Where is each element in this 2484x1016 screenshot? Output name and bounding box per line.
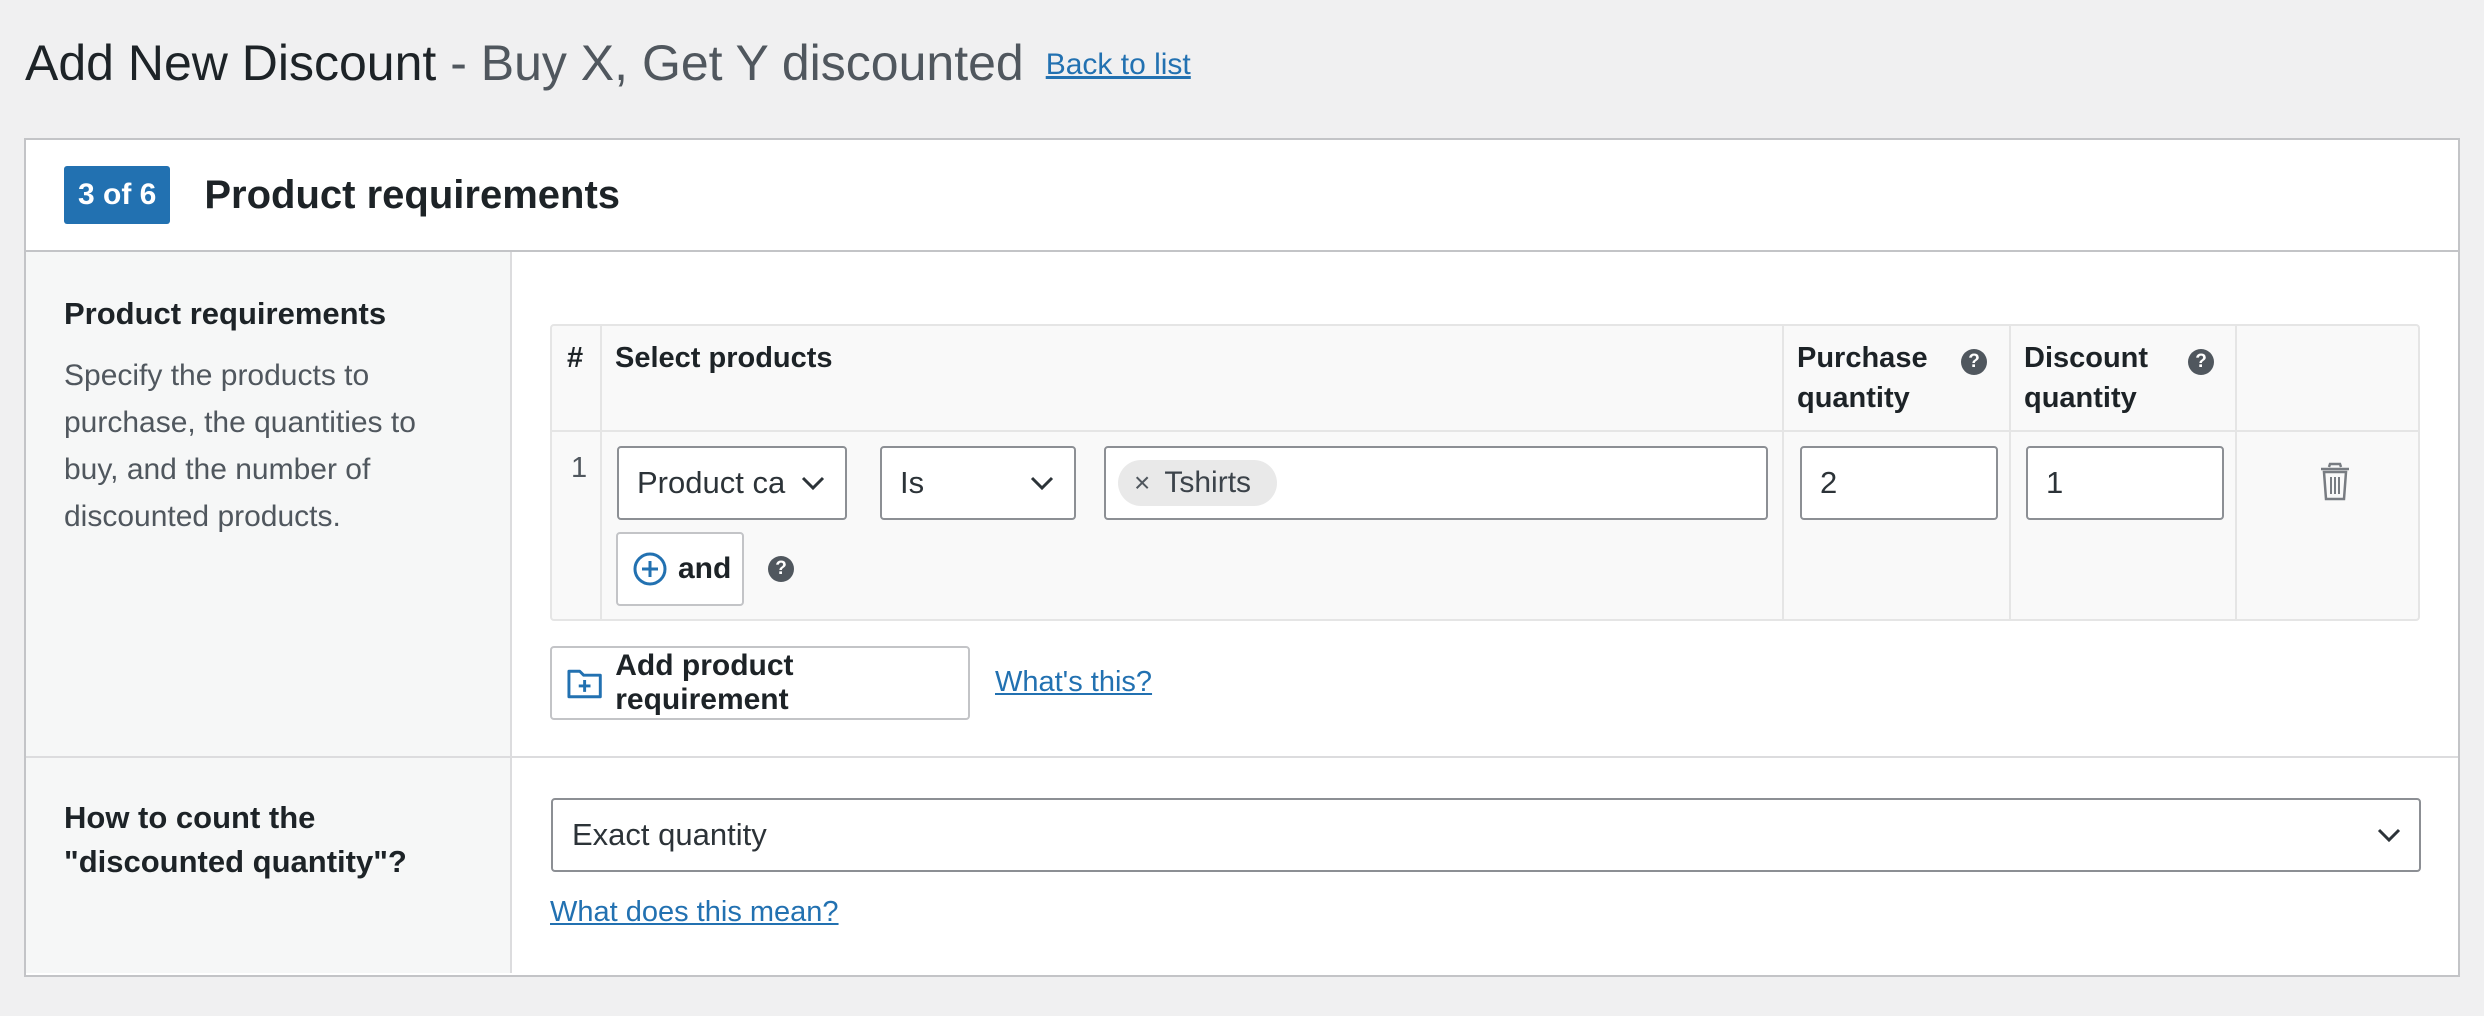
chevron-down-icon (2377, 828, 2401, 843)
add-and-condition-button[interactable]: and (616, 532, 744, 606)
count-method-label-title: How to count the "discounted quantity"? (64, 800, 407, 879)
product-token: × Tshirts (1118, 460, 1278, 506)
product-requirements-panel: 3 of 6 Product requirements Product requ… (24, 138, 2460, 977)
product-requirements-description: Specify the products to purchase, the qu… (64, 359, 416, 533)
plus-circle-icon (633, 552, 667, 586)
count-method-select[interactable]: Exact quantity (551, 798, 2421, 872)
chevron-down-icon (1030, 476, 1054, 491)
purchase-quantity-help-icon[interactable]: ? (1961, 349, 1987, 375)
and-button-label: and (678, 552, 732, 585)
add-product-requirement-label: Add product requirement (615, 649, 794, 716)
discount-quantity-help-icon[interactable]: ? (2188, 349, 2214, 375)
panel-header: 3 of 6 Product requirements (26, 140, 2458, 252)
remove-token-icon[interactable]: × (1134, 467, 1150, 499)
col-header-purchase-quantity: Purchase quantity (1797, 342, 1928, 414)
count-method-label: How to count the "discounted quantity"? (26, 758, 512, 973)
trash-icon[interactable] (2318, 462, 2352, 502)
purchase-quantity-input[interactable]: 2 (1800, 446, 1998, 520)
panel-title: Product requirements (204, 172, 621, 217)
whats-this-link[interactable]: What's this? (995, 666, 1152, 699)
product-requirements-row: Product requirements Specify the product… (26, 252, 2458, 758)
col-header-num: # (567, 342, 584, 374)
chevron-down-icon (801, 476, 825, 491)
product-token-label: Tshirts (1164, 466, 1252, 499)
table-header-row: # Select products Purchase quantity ? Di… (552, 326, 2418, 432)
step-badge: 3 of 6 (64, 166, 171, 224)
add-product-requirement-button[interactable]: Add product requirement (550, 646, 970, 720)
requirements-table: # Select products Purchase quantity ? Di… (550, 324, 2420, 621)
count-method-content: Exact quantity What does this mean? (512, 758, 2458, 973)
folder-plus-icon (567, 669, 602, 699)
product-requirements-content: # Select products Purchase quantity ? Di… (512, 252, 2458, 756)
page-header: Add New Discount - Buy X, Get Y discount… (25, 28, 1191, 98)
col-header-discount-quantity: Discount quantity (2024, 342, 2149, 414)
page-title: Add New Discount (25, 35, 437, 91)
back-to-list-link[interactable]: Back to list (1046, 48, 1191, 82)
products-token-input[interactable]: × Tshirts (1104, 446, 1768, 520)
condition-type-value: Product ca (637, 465, 786, 500)
page-subtitle: - Buy X, Get Y discounted (450, 35, 1024, 91)
and-help-icon[interactable]: ? (768, 556, 794, 582)
count-method-value: Exact quantity (572, 817, 767, 852)
product-requirements-label-title: Product requirements (64, 296, 387, 331)
row-number: 1 (571, 452, 588, 484)
discount-quantity-input[interactable]: 1 (2026, 446, 2224, 520)
operator-value: Is (900, 465, 925, 500)
count-method-row: How to count the "discounted quantity"? … (26, 758, 2458, 973)
col-header-select-products: Select products (615, 342, 833, 374)
product-requirements-label: Product requirements Specify the product… (26, 252, 512, 756)
condition-type-select[interactable]: Product ca (617, 446, 847, 520)
operator-select[interactable]: Is (880, 446, 1076, 520)
what-does-this-mean-link[interactable]: What does this mean? (550, 896, 839, 929)
